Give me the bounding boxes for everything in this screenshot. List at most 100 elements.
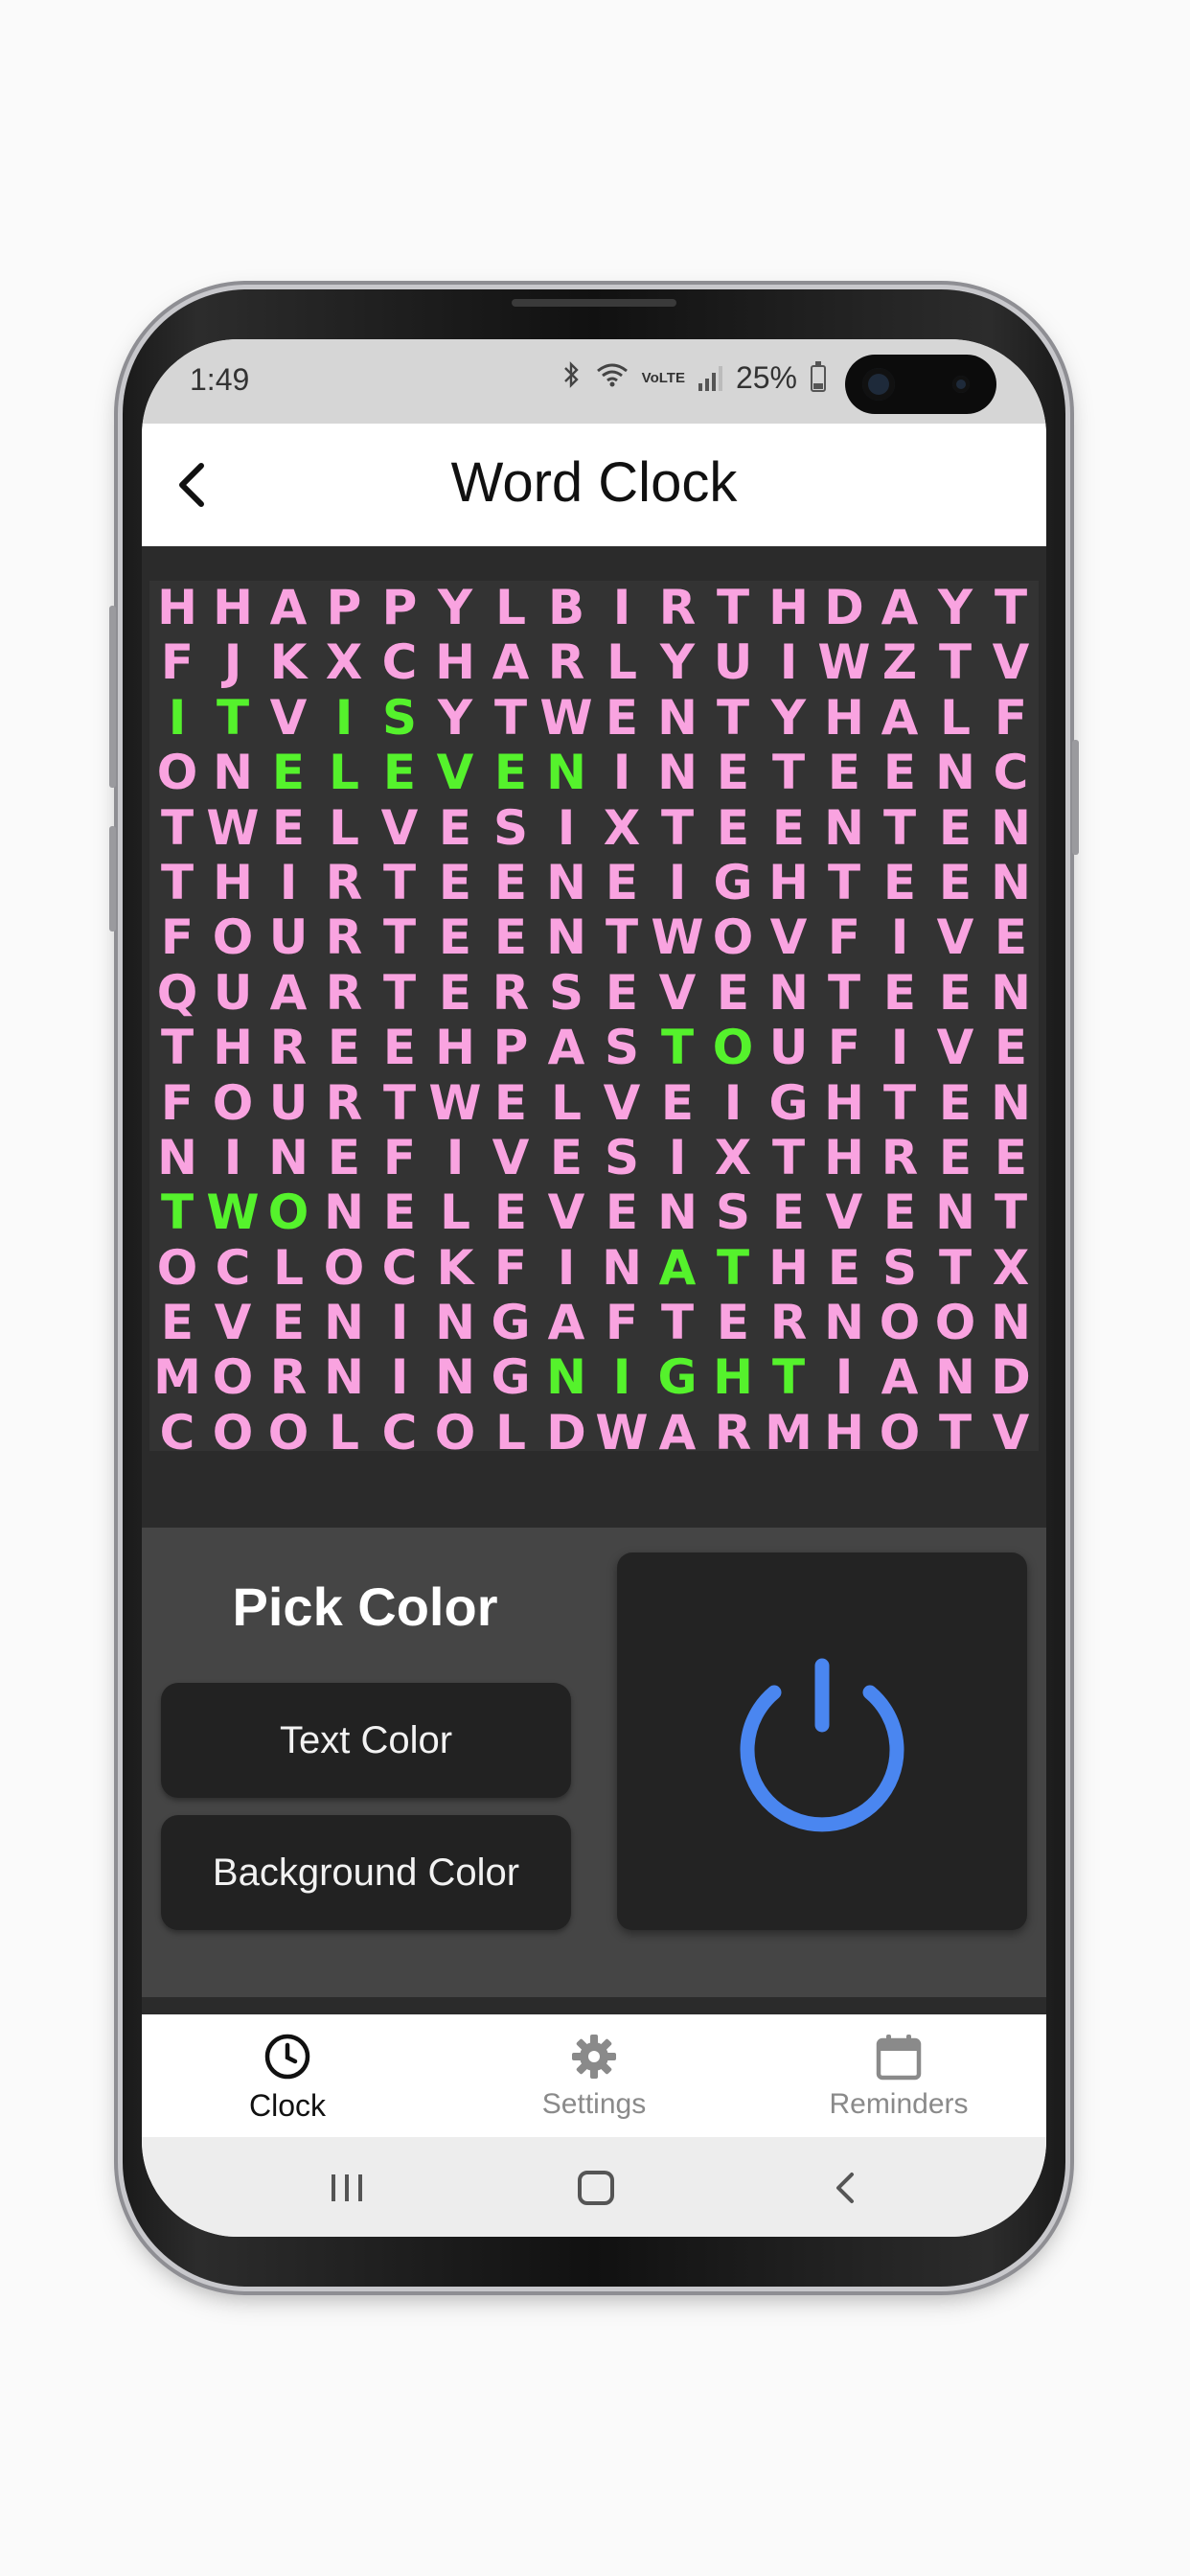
grid-letter: H xyxy=(824,1074,864,1131)
grid-letter: E xyxy=(882,745,917,801)
grid-letter: L xyxy=(551,1074,582,1131)
grid-letter: T xyxy=(994,580,1028,635)
grid-letter: I xyxy=(890,1020,909,1076)
grid-letter: V xyxy=(492,1129,530,1185)
grid-letter: N xyxy=(546,909,586,966)
grid-letter: H xyxy=(435,634,475,691)
grid-letter: O xyxy=(434,1404,476,1460)
gear-icon xyxy=(572,2035,616,2079)
grid-letter: L xyxy=(940,689,971,746)
grid-letter: H xyxy=(213,580,253,635)
grid-letter: Q xyxy=(156,964,198,1021)
grid-letter: D xyxy=(824,580,864,635)
grid-letter: T xyxy=(382,909,417,966)
background-color-button[interactable]: Background Color xyxy=(161,1815,571,1930)
grid-letter: W xyxy=(595,1404,649,1460)
grid-letter: N xyxy=(213,745,253,801)
status-time: 1:49 xyxy=(190,362,250,397)
grid-letter: N xyxy=(324,1349,364,1406)
grid-letter: N xyxy=(435,1295,475,1351)
grid-letter: F xyxy=(994,689,1028,746)
grid-letter: D xyxy=(546,1404,586,1460)
grid-letter: A xyxy=(881,580,919,635)
grid-letter-lit: O xyxy=(712,1020,754,1076)
grid-letter: L xyxy=(329,1404,359,1460)
nav-item-settings[interactable]: Settings xyxy=(498,2032,690,2121)
grid-letter: T xyxy=(382,1074,417,1131)
grid-letter: T xyxy=(160,1020,195,1076)
grid-letter: E xyxy=(605,1184,639,1241)
grid-letter: N xyxy=(324,1295,364,1351)
grid-letter: E xyxy=(994,909,1028,966)
grid-letter: T xyxy=(827,854,861,910)
grid-letter: O xyxy=(323,1239,365,1296)
nav-label-clock: Clock xyxy=(248,2088,326,2123)
grid-letter: E xyxy=(716,799,750,856)
grid-letter: E xyxy=(382,1184,417,1241)
grid-letter: O xyxy=(934,1295,976,1351)
camera-lens xyxy=(862,368,895,401)
text-color-button[interactable]: Text Color xyxy=(161,1683,571,1798)
grid-letter: H xyxy=(824,689,864,746)
grid-letter: E xyxy=(493,909,528,966)
grid-letter: Y xyxy=(770,689,807,746)
grid-letter: Y xyxy=(437,689,473,746)
calendar-icon xyxy=(876,2035,922,2081)
grid-letter: N xyxy=(157,1129,197,1185)
recents-button[interactable] xyxy=(318,2166,376,2210)
grid-letter: G xyxy=(491,1295,531,1351)
status-icons: VoLTE 25% xyxy=(561,360,826,396)
word-clock-grid: HHAPPYLBIRTHDAYTFJKXCHARLYUIWZTVITVISYTW… xyxy=(149,580,1039,1460)
grid-letter: K xyxy=(269,634,308,691)
grid-letter: T xyxy=(160,799,195,856)
grid-letter: T xyxy=(938,1239,973,1296)
grid-letter: N xyxy=(657,745,698,801)
grid-letter: C xyxy=(381,634,418,691)
grid-letter: J xyxy=(223,634,242,691)
grid-letter: R xyxy=(881,1129,919,1185)
grid-letter: F xyxy=(160,1074,195,1131)
system-back-button[interactable] xyxy=(816,2166,874,2210)
pick-color-title: Pick Color xyxy=(232,1576,498,1637)
grid-letter: N xyxy=(991,1074,1031,1131)
grid-letter: E xyxy=(382,1020,417,1076)
power-button[interactable] xyxy=(617,1552,1027,1930)
grid-letter: Y xyxy=(937,580,973,635)
grid-letter: N xyxy=(991,799,1031,856)
grid-letter: C xyxy=(215,1239,251,1296)
grid-letter: N xyxy=(602,1239,642,1296)
grid-letter: E xyxy=(493,854,528,910)
grid-letter: O xyxy=(267,1404,309,1460)
nav-item-clock[interactable]: Clock xyxy=(192,2032,383,2124)
grid-letter: E xyxy=(716,745,750,801)
home-button[interactable] xyxy=(567,2166,625,2210)
grid-letter: E xyxy=(438,799,472,856)
grid-letter: X xyxy=(325,634,363,691)
grid-letter: E xyxy=(994,1129,1028,1185)
grid-letter: M xyxy=(153,1349,201,1406)
grid-letter-lit: I xyxy=(612,1349,631,1406)
grid-letter: L xyxy=(495,1404,526,1460)
grid-letter: T xyxy=(605,909,639,966)
grid-letter: V xyxy=(825,1184,863,1241)
grid-letter: O xyxy=(212,909,254,966)
grid-letter: G xyxy=(713,854,753,910)
grid-letter: R xyxy=(492,964,530,1021)
grid-letter: E xyxy=(882,964,917,1021)
grid-letter: F xyxy=(493,1239,528,1296)
grid-letter: T xyxy=(771,1129,806,1185)
grid-letter-lit: O xyxy=(267,1184,309,1241)
power-side-button xyxy=(1072,740,1079,855)
grid-letter: H xyxy=(213,854,253,910)
grid-letter: A xyxy=(269,580,308,635)
grid-letter: R xyxy=(325,1074,363,1131)
grid-letter: T xyxy=(938,1404,973,1460)
grid-letter: O xyxy=(212,1349,254,1406)
grid-letter-lit: N xyxy=(546,1349,586,1406)
nav-item-reminders[interactable]: Reminders xyxy=(803,2032,995,2121)
grid-letter: V xyxy=(547,1184,585,1241)
grid-letter: N xyxy=(824,1295,864,1351)
grid-letter: A xyxy=(547,1020,585,1076)
grid-letter: K xyxy=(436,1239,474,1296)
grid-letter: I xyxy=(723,1074,743,1131)
